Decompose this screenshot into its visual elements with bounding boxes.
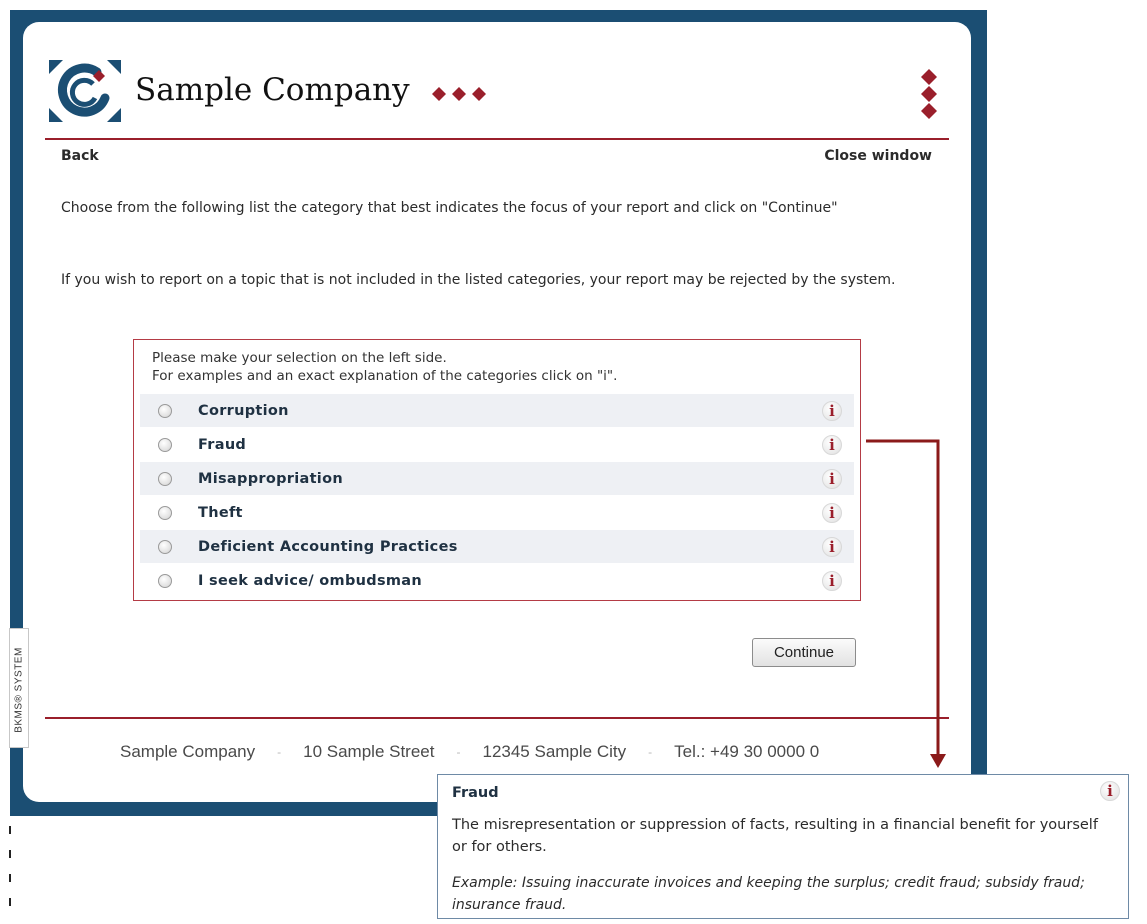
category-label: Theft — [198, 504, 243, 521]
selection-hint: Please make your selection on the left s… — [152, 349, 617, 385]
selection-hint-line: For examples and an exact explanation of… — [152, 368, 618, 384]
category-option-advice[interactable]: I seek advice/ ombudsman i — [140, 564, 854, 597]
system-label: BKMS® SYSTEM — [13, 647, 25, 733]
category-option-corruption[interactable]: Corruption i — [140, 394, 854, 427]
category-label: Misappropriation — [198, 470, 343, 487]
edge-mark — [9, 826, 11, 834]
header-divider — [45, 138, 949, 140]
info-icon[interactable]: i — [822, 502, 842, 523]
footer-separator: - — [456, 745, 461, 759]
edge-mark — [9, 898, 11, 906]
info-icon[interactable]: i — [822, 536, 842, 557]
category-label: Deficient Accounting Practices — [198, 538, 458, 555]
continue-button[interactable]: Continue — [752, 638, 856, 667]
radio-icon[interactable] — [158, 403, 172, 418]
footer-company: Sample Company — [120, 742, 256, 761]
radio-icon[interactable] — [158, 539, 172, 554]
edge-mark — [9, 874, 11, 882]
company-logo — [49, 60, 121, 122]
close-window-link[interactable]: Close window — [824, 148, 932, 164]
instruction-text: Choose from the following list the categ… — [61, 200, 838, 216]
back-link[interactable]: Back — [61, 148, 99, 164]
radio-icon[interactable] — [158, 505, 172, 520]
info-icon[interactable]: i — [822, 400, 842, 421]
footer-separator: - — [277, 745, 282, 759]
warning-text: If you wish to report on a topic that is… — [61, 272, 896, 288]
footer-street: 10 Sample Street — [303, 742, 435, 761]
footer-divider — [45, 717, 949, 719]
footer-separator: - — [648, 745, 653, 759]
edge-mark — [9, 850, 11, 858]
callout-arrow-icon — [866, 439, 946, 768]
radio-icon[interactable] — [158, 437, 172, 452]
footer-city: 12345 Sample City — [482, 742, 627, 761]
info-icon[interactable]: i — [822, 570, 842, 591]
diamond-dots-icon — [921, 69, 937, 119]
info-icon[interactable]: i — [822, 468, 842, 489]
diamond-dots-icon — [432, 87, 486, 101]
fraud-info-tooltip: Fraud i The misrepresentation or suppres… — [437, 774, 1129, 919]
category-option-theft[interactable]: Theft i — [140, 496, 854, 529]
info-icon: i — [1100, 781, 1120, 801]
selection-hint-line: Please make your selection on the left s… — [152, 350, 447, 366]
tooltip-example: Example: Issuing inaccurate invoices and… — [452, 875, 1085, 913]
info-icon[interactable]: i — [822, 434, 842, 455]
category-option-misappropriation[interactable]: Misappropriation i — [140, 462, 854, 495]
category-option-deficient-accounting[interactable]: Deficient Accounting Practices i — [140, 530, 854, 563]
footer-phone: Tel.: +49 30 0000 0 — [674, 742, 820, 761]
footer-address: Sample Company - 10 Sample Street - 1234… — [120, 742, 819, 762]
category-label: Fraud — [198, 436, 247, 453]
category-label: I seek advice/ ombudsman — [198, 572, 422, 589]
category-option-fraud[interactable]: Fraud i — [140, 428, 854, 461]
radio-icon[interactable] — [158, 471, 172, 486]
category-label: Corruption — [198, 402, 289, 419]
tooltip-description: The misrepresentation or suppression of … — [452, 817, 1098, 855]
company-name: Sample Company — [135, 72, 410, 108]
radio-icon[interactable] — [158, 573, 172, 588]
category-selection-box: Please make your selection on the left s… — [133, 339, 861, 601]
tooltip-title: Fraud — [452, 785, 499, 801]
